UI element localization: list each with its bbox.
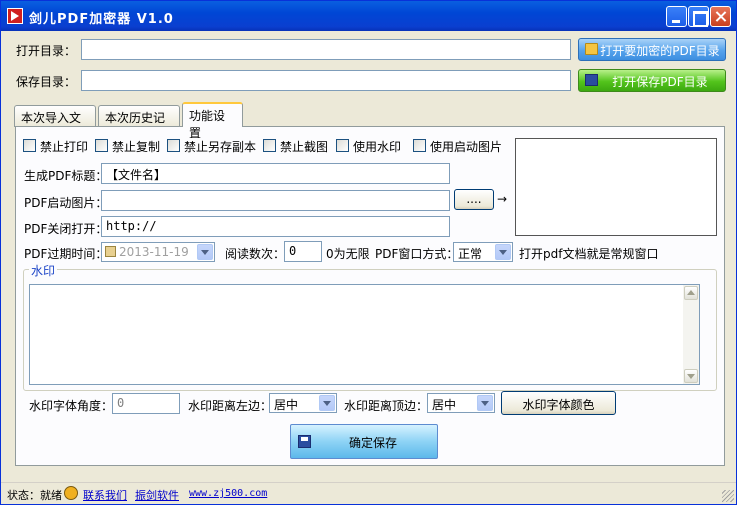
folder-icon — [585, 43, 598, 55]
window-mode-hint: 打开pdf文档就是常规窗口 — [519, 247, 659, 261]
pdf-title-label: 生成PDF标题： — [24, 169, 108, 183]
status-text: 状态：就绪 — [7, 489, 62, 502]
title-bar[interactable]: 剑儿PDF加密器 V1.0 — [1, 1, 736, 31]
checkbox-use-watermark[interactable] — [336, 139, 349, 152]
read-count-hint: 0为无限 — [326, 247, 370, 261]
window-title: 剑儿PDF加密器 V1.0 — [29, 12, 174, 27]
app-pdf-icon — [7, 8, 23, 24]
save-disk-icon — [585, 74, 598, 86]
open-pdf-dir-button-label: 打开要加密的PDF目录 — [600, 44, 720, 58]
expire-date-picker[interactable]: 2013-11-19 — [101, 242, 215, 262]
chevron-down-icon[interactable] — [495, 244, 511, 260]
resize-grip-icon[interactable] — [722, 490, 734, 502]
watermark-left-label: 水印距离左边： — [188, 399, 273, 413]
tab-settings[interactable]: 功能设置 — [182, 102, 243, 140]
watermark-top-label: 水印距离顶边： — [344, 399, 429, 413]
open-pdf-dir-button[interactable]: 打开要加密的PDF目录 — [578, 38, 726, 61]
watermark-text-area[interactable] — [29, 284, 700, 385]
maximize-button[interactable] — [688, 6, 709, 27]
expire-date-value: 2013-11-19 — [119, 245, 189, 259]
watermark-angle-label: 水印字体角度： — [29, 399, 114, 413]
chevron-down-icon[interactable] — [197, 244, 213, 260]
checkbox-no-save-copy[interactable] — [167, 139, 180, 152]
contact-qq-icon — [64, 486, 78, 500]
watermark-color-button[interactable]: 水印字体颜色 — [501, 391, 616, 415]
tab-imported-files[interactable]: 本次导入文件 — [14, 105, 96, 142]
checkbox-no-copy[interactable] — [95, 139, 108, 152]
checkbox-no-print[interactable] — [23, 139, 36, 152]
open-save-dir-button[interactable]: 打开保存PDF目录 — [578, 69, 726, 92]
read-count-input[interactable]: 0 — [284, 241, 322, 262]
chevron-down-icon[interactable] — [477, 395, 493, 411]
checkbox-use-watermark-label: 使用水印 — [353, 140, 402, 154]
watermark-top-value: 居中 — [432, 398, 457, 412]
scroll-up-icon[interactable] — [684, 286, 698, 300]
pdf-title-input[interactable]: 【文件名】 — [101, 163, 450, 184]
save-disk-icon — [298, 435, 311, 448]
browse-image-button[interactable]: .... — [454, 189, 494, 210]
checkbox-no-screenshot[interactable] — [263, 139, 276, 152]
watermark-left-value: 居中 — [274, 398, 299, 412]
minimize-button[interactable] — [666, 6, 687, 27]
close-open-label: PDF关闭打开： — [24, 222, 108, 236]
app-window: 剑儿PDF加密器 V1.0 打开目录： 打开要加密的PDF目录 保存目录： 打开… — [0, 0, 737, 505]
save-dir-label: 保存目录： — [16, 75, 77, 89]
open-dir-input[interactable] — [81, 39, 571, 60]
status-bar: 状态：就绪 联系我们 振剑软件 www.zj500.com — [1, 482, 736, 504]
window-mode-value: 正常 — [458, 247, 483, 261]
calendar-icon — [105, 246, 116, 257]
startup-image-preview — [515, 138, 717, 236]
chevron-down-icon[interactable] — [319, 395, 335, 411]
watermark-angle-input[interactable]: 0 — [112, 393, 180, 414]
watermark-scrollbar[interactable] — [683, 285, 699, 384]
website-link[interactable]: www.zj500.com — [189, 488, 267, 499]
read-count-label: 阅读数次： — [225, 247, 286, 261]
checkbox-no-copy-label: 禁止复制 — [112, 140, 161, 154]
close-open-url-input[interactable]: http:// — [101, 216, 450, 237]
watermark-left-select[interactable]: 居中 — [269, 393, 337, 413]
watermark-top-select[interactable]: 居中 — [427, 393, 495, 413]
watermark-group-title: 水印 — [29, 262, 58, 279]
contact-us-link[interactable]: 联系我们 — [83, 487, 127, 503]
open-save-dir-button-label: 打开保存PDF目录 — [612, 75, 708, 89]
confirm-save-label: 确定保存 — [349, 436, 398, 450]
close-button[interactable] — [710, 6, 731, 27]
window-mode-label: PDF窗口方式： — [375, 247, 459, 261]
save-dir-input[interactable] — [81, 70, 571, 91]
open-dir-label: 打开目录： — [16, 44, 77, 58]
window-mode-select[interactable]: 正常 — [453, 242, 513, 262]
checkbox-use-startup-image-label: 使用启动图片 — [430, 140, 503, 154]
startup-image-label: PDF启动图片： — [24, 196, 108, 210]
confirm-save-button[interactable]: 确定保存 — [290, 424, 438, 459]
software-link[interactable]: 振剑软件 — [135, 487, 179, 503]
preview-arrow: → — [497, 192, 508, 206]
checkbox-no-print-label: 禁止打印 — [40, 140, 89, 154]
scroll-down-icon[interactable] — [684, 369, 698, 383]
checkbox-no-screenshot-label: 禁止截图 — [280, 140, 329, 154]
tab-history[interactable]: 本次历史记录 — [98, 105, 180, 142]
checkbox-use-startup-image[interactable] — [413, 139, 426, 152]
expire-label: PDF过期时间： — [24, 247, 108, 261]
startup-image-input[interactable] — [101, 190, 450, 211]
